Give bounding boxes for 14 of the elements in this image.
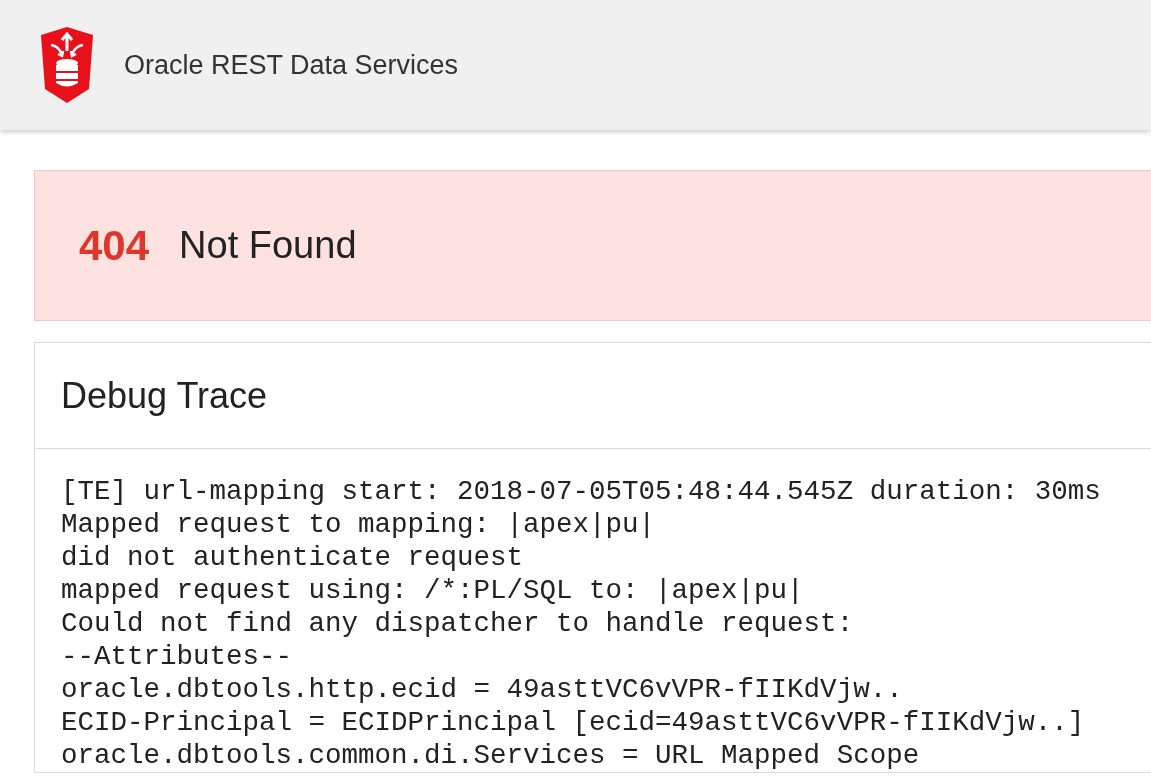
- error-code: 404: [79, 221, 150, 270]
- trace-line: Could not find any dispatcher to handle request:: [61, 607, 855, 640]
- trace-line: oracle.dbtools.common.di.Services = URL Mapped Scope: [61, 739, 921, 772]
- trace-line: [TE] url-mapping start: 2018-07-05T05:48:44.545Z duration: 30ms: [61, 475, 1102, 508]
- trace-line: Mapped request to mapping: |apex|pu|: [61, 508, 657, 541]
- panel-title: Debug Trace: [61, 374, 268, 417]
- trace-line: ECID-Principal = ECIDPrincipal [ecid=49asttVC6vVPR-fIIKdVjw..]: [61, 706, 1086, 739]
- trace-line: did not authenticate request: [61, 541, 525, 574]
- database-shield-logo-icon: [41, 27, 93, 103]
- app-title: Oracle REST Data Services: [124, 49, 459, 81]
- trace-line: oracle.dbtools.http.ecid = 49asttVC6vVPR-fIIKdVjw..: [61, 673, 904, 706]
- trace-line: --Attributes--: [61, 640, 294, 673]
- error-message: Not Found: [179, 224, 357, 267]
- trace-line: mapped request using: /*:PL/SQL to: |apex|pu|: [61, 574, 805, 607]
